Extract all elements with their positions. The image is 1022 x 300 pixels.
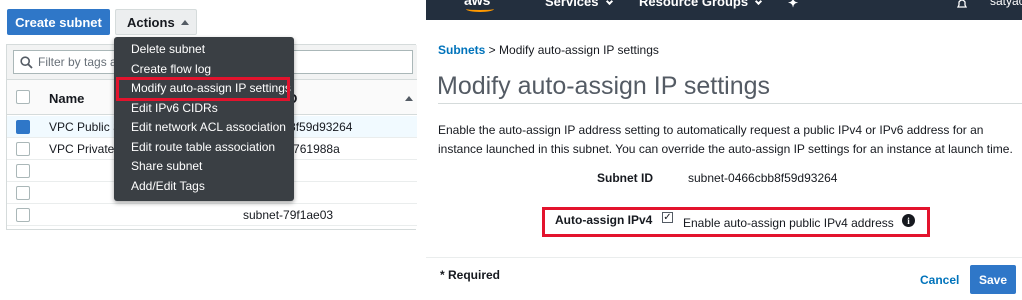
page-title: Modify auto-assign IP settings — [437, 72, 771, 100]
info-icon[interactable]: i — [902, 214, 915, 227]
nav-resource-groups-menu[interactable]: Resource Groups — [639, 0, 763, 9]
user-account-menu[interactable]: satyac — [990, 0, 1022, 8]
chevron-down-icon — [605, 0, 613, 6]
select-all-checkbox[interactable] — [16, 90, 30, 104]
row-subnet-id: subnet-79f1ae03 — [243, 208, 334, 222]
nav-services-menu[interactable]: Services — [545, 0, 613, 9]
breadcrumb-subnets-link[interactable]: Subnets — [438, 43, 485, 57]
create-subnet-button[interactable]: Create subnet — [7, 9, 110, 35]
required-note: * Required — [440, 268, 501, 282]
menu-item-edit-ipv6-cidrs[interactable]: Edit IPv6 CIDRs — [114, 99, 294, 119]
search-icon — [20, 56, 33, 69]
page-description: Enable the auto-assign IP address settin… — [438, 123, 1013, 156]
caret-up-icon — [180, 19, 189, 25]
row-checkbox[interactable] — [16, 208, 30, 222]
subnet-id-label: Subnet ID — [597, 171, 653, 185]
table-row[interactable]: subnet-79f1ae03 — [7, 204, 417, 226]
cancel-button[interactable]: Cancel — [920, 273, 959, 287]
row-checkbox[interactable] — [16, 164, 30, 178]
column-header-name[interactable]: Name — [49, 91, 84, 106]
sort-ascending-icon[interactable] — [405, 96, 413, 101]
row-checkbox[interactable] — [16, 120, 30, 134]
menu-item-create-flow-log[interactable]: Create flow log — [114, 60, 294, 80]
actions-label: Actions — [127, 14, 175, 30]
modify-auto-assign-panel: aws Services Resource Groups ✦ satyac Su… — [426, 0, 1022, 300]
bell-icon[interactable] — [956, 0, 968, 10]
row-checkbox[interactable] — [16, 186, 30, 200]
actions-menu: Delete subnet Create flow log Modify aut… — [114, 37, 294, 201]
row-name: VPC Private — [49, 142, 115, 156]
aws-smile-icon — [466, 6, 494, 12]
pin-icon[interactable]: ✦ — [788, 0, 798, 10]
menu-item-edit-network-acl[interactable]: Edit network ACL association — [114, 118, 294, 138]
filter-placeholder: Filter by tags ar — [38, 55, 121, 69]
menu-item-modify-auto-assign-ip[interactable]: Modify auto-assign IP settings — [116, 77, 291, 101]
footer-divider — [426, 257, 1022, 258]
auto-assign-ipv4-text[interactable]: Enable auto-assign public IPv4 address — [683, 216, 894, 230]
breadcrumb-current: Modify auto-assign IP settings — [499, 43, 659, 57]
chevron-down-icon — [755, 0, 763, 6]
top-navigation-bar: aws Services Resource Groups ✦ satyac — [426, 0, 1022, 20]
row-name: VPC Public S — [49, 120, 122, 134]
subnets-list-panel: Create subnet Actions Filter by tags ar … — [0, 0, 417, 300]
nav-resource-groups-label: Resource Groups — [639, 0, 749, 9]
menu-item-share-subnet[interactable]: Share subnet — [114, 157, 294, 177]
actions-dropdown-button[interactable]: Actions — [115, 9, 197, 35]
nav-services-label: Services — [545, 0, 599, 9]
menu-item-delete-subnet[interactable]: Delete subnet — [114, 40, 294, 60]
row-checkbox[interactable] — [16, 142, 30, 156]
save-button[interactable]: Save — [970, 265, 1016, 294]
subnet-id-value: subnet-0466cbb8f59d93264 — [688, 171, 838, 185]
auto-assign-ipv4-label: Auto-assign IPv4 — [555, 213, 653, 227]
breadcrumb-separator: > — [485, 43, 500, 57]
title-divider — [438, 103, 1022, 104]
menu-item-edit-route-table[interactable]: Edit route table association — [114, 138, 294, 158]
breadcrumb: Subnets > Modify auto-assign IP settings — [438, 43, 659, 57]
menu-item-add-edit-tags[interactable]: Add/Edit Tags — [114, 177, 294, 197]
auto-assign-ipv4-checkbox[interactable]: ✓ — [662, 212, 673, 223]
